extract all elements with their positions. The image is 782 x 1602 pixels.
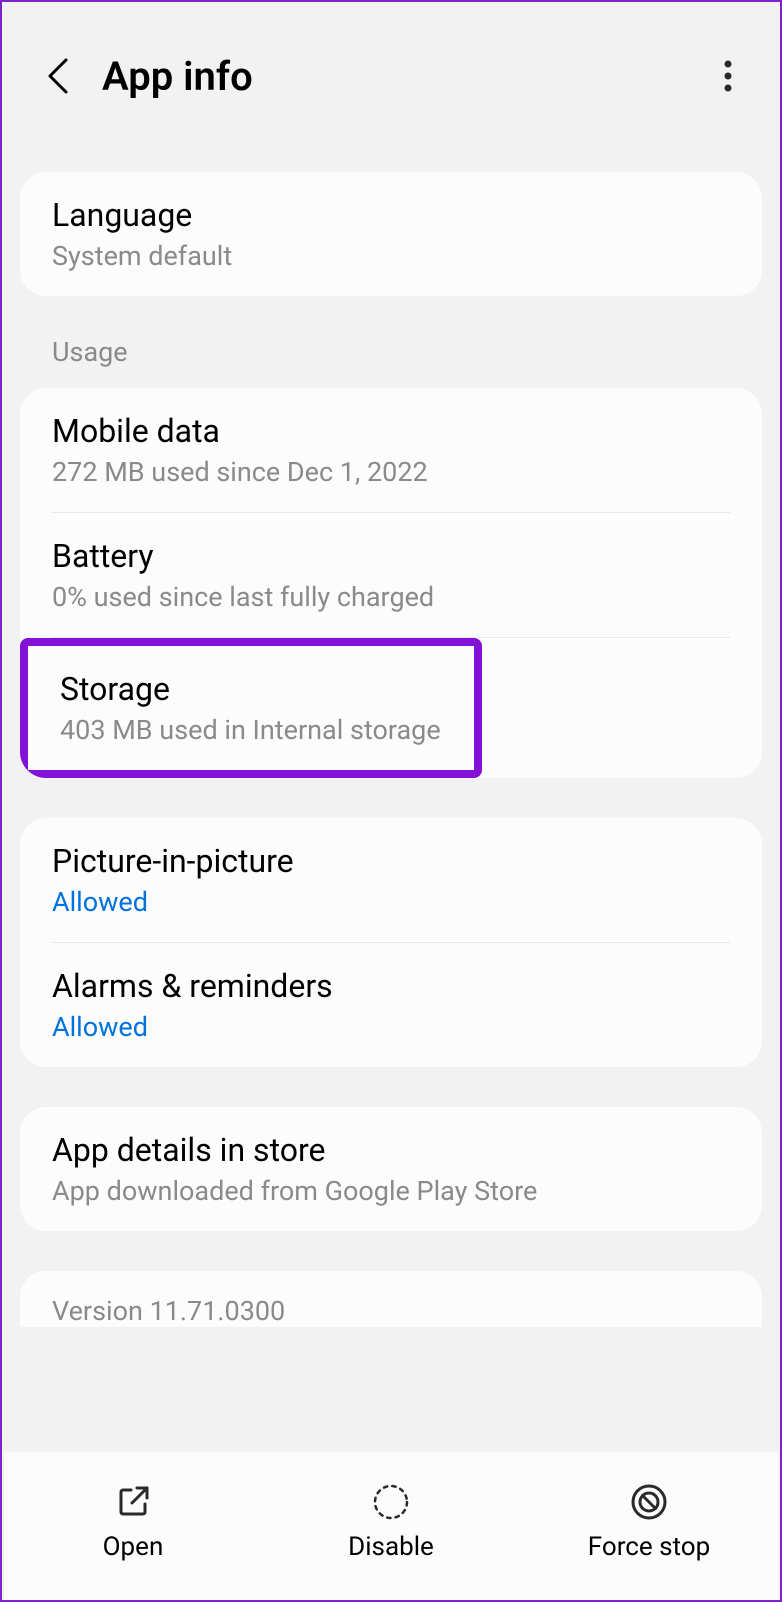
battery-subtitle: 0% used since last fully charged bbox=[52, 581, 730, 613]
alarms-item[interactable]: Alarms & reminders Allowed bbox=[20, 943, 762, 1067]
version-card: Version 11.71.0300 bbox=[20, 1271, 762, 1327]
store-subtitle: App downloaded from Google Play Store bbox=[52, 1175, 730, 1207]
open-label: Open bbox=[103, 1532, 164, 1562]
open-button[interactable]: Open bbox=[4, 1482, 262, 1562]
storage-title: Storage bbox=[60, 670, 442, 708]
store-item[interactable]: App details in store App downloaded from… bbox=[20, 1107, 762, 1231]
open-icon bbox=[115, 1484, 151, 1520]
battery-title: Battery bbox=[52, 537, 730, 575]
page-title: App info bbox=[102, 53, 708, 100]
more-vertical-icon bbox=[724, 60, 732, 92]
language-item[interactable]: Language System default bbox=[20, 172, 762, 296]
force-stop-icon bbox=[630, 1483, 668, 1521]
usage-section-header: Usage bbox=[2, 336, 780, 388]
back-icon bbox=[44, 56, 72, 96]
header: App info bbox=[2, 2, 780, 142]
storage-item[interactable]: Storage 403 MB used in Internal storage bbox=[20, 638, 482, 778]
disable-label: Disable bbox=[348, 1532, 434, 1562]
language-card: Language System default bbox=[20, 172, 762, 296]
alarms-title: Alarms & reminders bbox=[52, 967, 730, 1005]
force-stop-button[interactable]: Force stop bbox=[520, 1482, 778, 1562]
alarms-status: Allowed bbox=[52, 1011, 730, 1043]
back-button[interactable] bbox=[38, 56, 78, 96]
force-stop-label: Force stop bbox=[588, 1532, 710, 1562]
storage-subtitle: 403 MB used in Internal storage bbox=[60, 714, 442, 746]
mobile-data-title: Mobile data bbox=[52, 412, 730, 450]
pip-title: Picture-in-picture bbox=[52, 842, 730, 880]
bottom-bar: Open Disable Force stop bbox=[4, 1452, 778, 1600]
more-options-button[interactable] bbox=[708, 56, 748, 96]
usage-card: Mobile data 272 MB used since Dec 1, 202… bbox=[20, 388, 762, 778]
mobile-data-item[interactable]: Mobile data 272 MB used since Dec 1, 202… bbox=[20, 388, 762, 512]
battery-item[interactable]: Battery 0% used since last fully charged bbox=[20, 513, 762, 637]
disable-icon bbox=[372, 1483, 410, 1521]
language-title: Language bbox=[52, 196, 730, 234]
store-title: App details in store bbox=[52, 1131, 730, 1169]
language-subtitle: System default bbox=[52, 240, 730, 272]
mobile-data-subtitle: 272 MB used since Dec 1, 2022 bbox=[52, 456, 730, 488]
permissions-card: Picture-in-picture Allowed Alarms & remi… bbox=[20, 818, 762, 1067]
pip-item[interactable]: Picture-in-picture Allowed bbox=[20, 818, 762, 942]
store-card: App details in store App downloaded from… bbox=[20, 1107, 762, 1231]
disable-button[interactable]: Disable bbox=[262, 1482, 520, 1562]
version-text: Version 11.71.0300 bbox=[52, 1295, 730, 1327]
pip-status: Allowed bbox=[52, 886, 730, 918]
